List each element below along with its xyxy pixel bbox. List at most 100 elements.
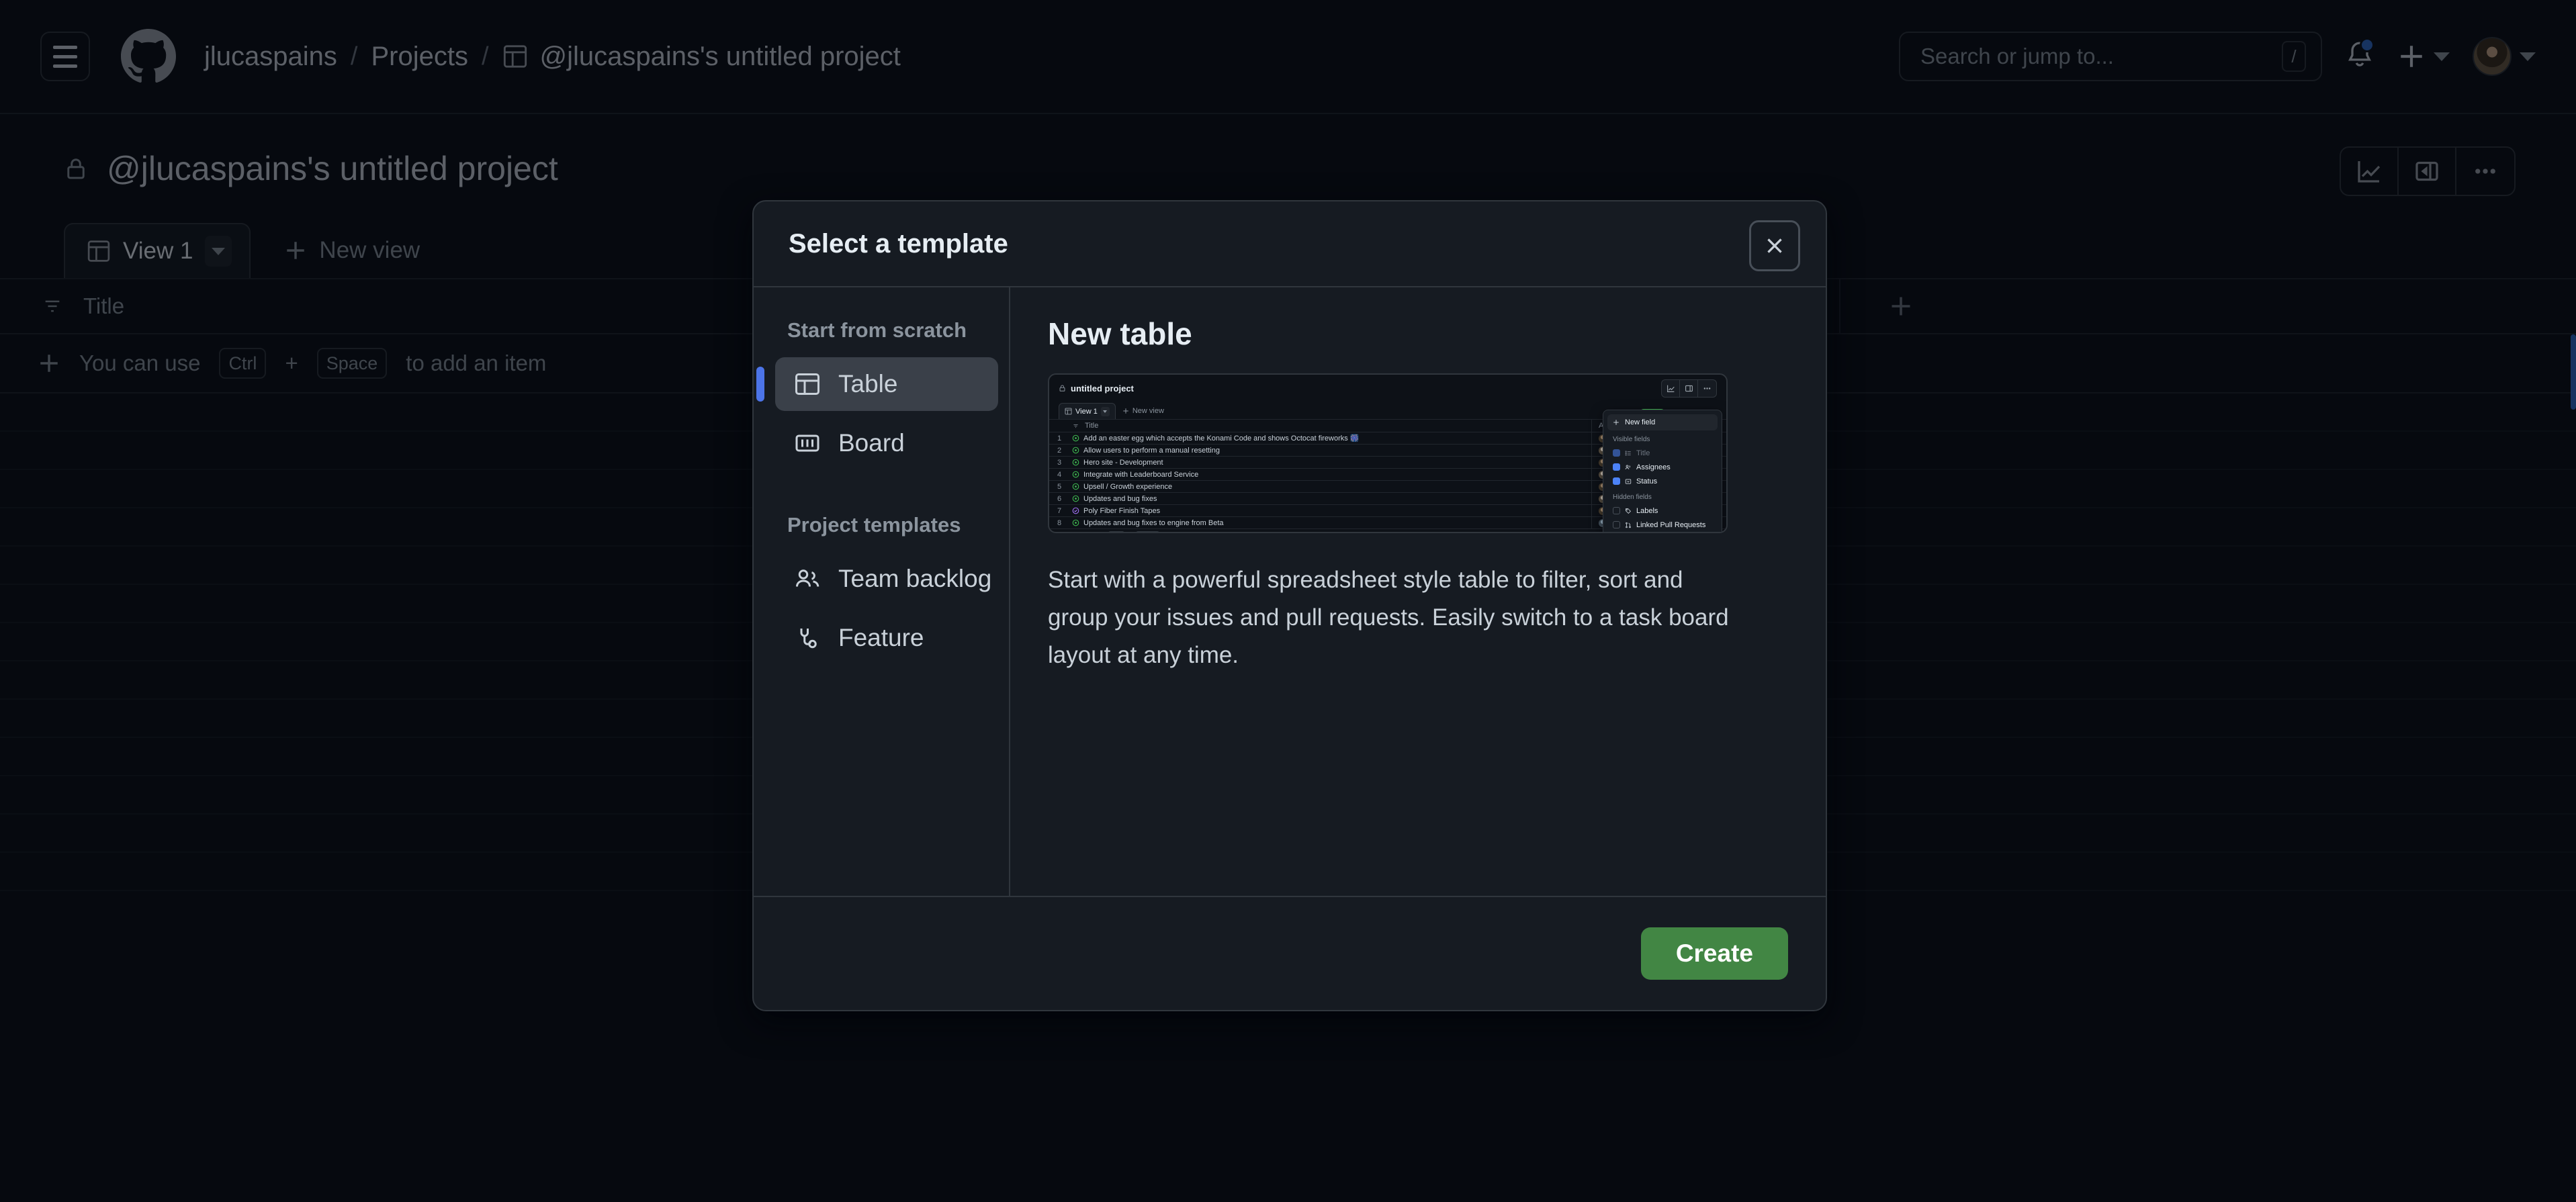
preview-row-title: Allow users to perform a manual resettin… — [1083, 446, 1220, 455]
modal-title: Select a template — [789, 228, 1008, 259]
table-icon — [1065, 408, 1072, 415]
people-icon — [796, 569, 819, 587]
preview-tab-label: View 1 — [1075, 407, 1098, 416]
sidebar-item-feature-label: Feature — [838, 624, 924, 651]
chart-line-icon — [1662, 379, 1680, 397]
preview-row-title: Integrate with Leaderboard Service — [1083, 470, 1199, 479]
preview-row-number: 3 — [1057, 458, 1062, 467]
preview-row-title-cell: Hero site - Development — [1069, 457, 1592, 468]
preview-key-ctrl: Ctrl — [1108, 531, 1125, 532]
preview-row-number: 2 — [1057, 446, 1062, 455]
preview-field-status: Status — [1607, 474, 1718, 488]
preview-row-title-cell: Integrate with Leaderboard Service — [1069, 469, 1592, 480]
sidebar-item-team-backlog-label: Team backlog — [838, 565, 992, 592]
preview-row-number: 1 — [1057, 434, 1062, 443]
preview-new-view-label: New view — [1132, 407, 1164, 415]
preview-row-number: 4 — [1057, 470, 1062, 479]
single-select-icon — [1625, 478, 1632, 484]
sidebar-item-table-label: Table — [838, 370, 898, 398]
preview-key-space: Space — [1135, 531, 1160, 532]
preview-new-field-button: New field — [1607, 414, 1718, 430]
preview-column-title: Title — [1069, 420, 1592, 432]
template-detail-pane: New table untitled project View 1 New vi… — [1010, 287, 1826, 896]
select-template-dialog: Select a template Start from scratch Tab… — [752, 200, 1827, 1011]
preview-tab-view-1: View 1 — [1059, 403, 1116, 419]
create-button[interactable]: Create — [1640, 927, 1788, 980]
checkbox-checked — [1613, 477, 1620, 485]
preview-field-status-label: Status — [1636, 477, 1658, 486]
issue-open-icon — [1072, 483, 1079, 490]
preview-row-title-cell: Allow users to perform a manual resettin… — [1069, 445, 1592, 456]
preview-row-number: 6 — [1057, 494, 1062, 503]
group-label-project-templates: Project templates — [787, 513, 961, 537]
sidebar-item-board[interactable]: Board — [775, 416, 998, 470]
template-heading: New table — [1048, 316, 1192, 351]
preview-row-number: 7 — [1057, 506, 1062, 515]
close-icon — [1767, 238, 1782, 253]
preview-actions-group — [1661, 379, 1717, 398]
template-description: Start with a powerful spreadsheet style … — [1048, 567, 1729, 668]
preview-hidden-fields-label: Hidden fields — [1613, 494, 1652, 501]
sidebar-item-board-label: Board — [838, 429, 905, 457]
issue-open-icon — [1072, 519, 1079, 526]
close-button[interactable] — [1749, 220, 1800, 271]
sidebar-item-feature[interactable]: Feature — [775, 611, 998, 665]
preview-row-title: Upsell / Growth experience — [1083, 482, 1173, 491]
modal-footer: Create — [754, 896, 1826, 1010]
lock-icon — [1059, 385, 1065, 391]
preview-row-number: 5 — [1057, 482, 1062, 491]
preview-project-name: untitled project — [1071, 383, 1134, 394]
template-preview-image: untitled project View 1 New view Title 1… — [1048, 373, 1728, 533]
preview-add-item-plus: + — [1128, 531, 1132, 532]
tools-icon — [800, 629, 817, 649]
sidebar-item-team-backlog[interactable]: Team backlog — [775, 552, 998, 606]
issue-open-icon — [1072, 434, 1079, 442]
preview-field-labels: Labels — [1607, 504, 1718, 518]
preview-add-item-suffix: to add an item — [1163, 531, 1210, 532]
people-icon — [1625, 465, 1631, 469]
preview-field-linked-prs: Linked Pull Requests — [1607, 518, 1718, 532]
issue-open-icon — [1072, 471, 1079, 478]
issue-open-icon — [1072, 459, 1079, 466]
preview-new-view-button: New view — [1122, 403, 1164, 419]
group-label-start-from-scratch: Start from scratch — [787, 318, 967, 342]
preview-field-title: Title — [1607, 446, 1718, 460]
preview-row-title-cell: Updates and bug fixes to engine from Bet… — [1069, 517, 1592, 528]
issue-open-icon — [1072, 495, 1079, 502]
preview-row-title: Hero site - Development — [1083, 458, 1163, 467]
preview-row-number: 8 — [1057, 518, 1062, 527]
template-sidebar: Start from scratch Table Board Project t… — [754, 287, 1010, 896]
chevron-down-icon — [1100, 406, 1110, 416]
list-icon — [1625, 450, 1631, 456]
issue-open-icon — [1072, 447, 1079, 454]
sidebar-expand-icon — [1680, 379, 1698, 397]
kebab-horizontal-icon — [1698, 380, 1716, 397]
preview-field-title-label: Title — [1636, 449, 1650, 457]
board-icon — [795, 434, 819, 452]
preview-field-assignees: Assignees — [1607, 460, 1718, 474]
preview-row-title: Updates and bug fixes — [1083, 494, 1157, 503]
sidebar-item-table[interactable]: Table — [756, 357, 998, 411]
modal-body: Start from scratch Table Board Project t… — [754, 287, 1826, 896]
tag-icon — [1626, 508, 1632, 514]
filter-icon — [1073, 424, 1078, 428]
plus-icon — [1613, 420, 1619, 425]
checkbox-checked — [1613, 449, 1620, 457]
preview-field-tracks: Tracks — [1607, 532, 1718, 533]
plus-icon — [1123, 408, 1128, 414]
modal-header: Select a template — [754, 201, 1826, 287]
preview-row-title-cell: Poly Fiber Finish Tapes — [1069, 505, 1592, 516]
preview-field-menu: New field Visible fields Title Assignees — [1603, 410, 1722, 533]
preview-row-title-cell: Upsell / Growth experience — [1069, 481, 1592, 492]
preview-row-title: Updates and bug fixes to engine from Bet… — [1083, 518, 1224, 527]
preview-row-title: Poly Fiber Finish Tapes — [1083, 506, 1161, 515]
preview-add-item-prefix: You can use — [1065, 531, 1105, 532]
checkbox-unchecked — [1613, 521, 1620, 528]
preview-field-assignees-label: Assignees — [1636, 463, 1671, 471]
preview-row-title: Add an easter egg which accepts the Kona… — [1083, 434, 1360, 443]
issue-done-icon — [1072, 507, 1079, 514]
preview-topbar: untitled project — [1049, 375, 1726, 402]
plus-icon — [1055, 532, 1061, 533]
preview-field-labels-label: Labels — [1636, 506, 1658, 515]
preview-field-linked-prs-label: Linked Pull Requests — [1636, 520, 1706, 529]
